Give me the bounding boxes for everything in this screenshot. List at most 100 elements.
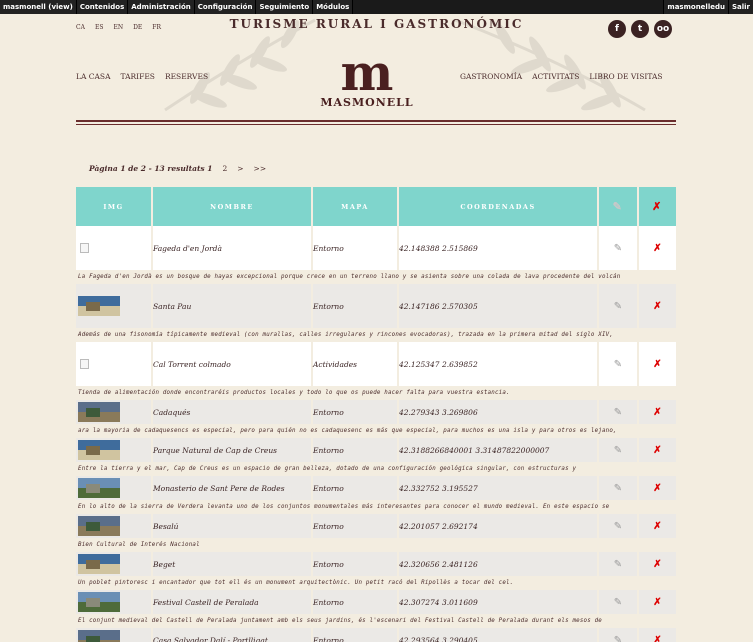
admin-menu-administracion[interactable]: Administración [128, 0, 195, 14]
edit-button[interactable]: ✎ [598, 400, 639, 424]
cell-nombre[interactable]: Casa Salvador Dalí - Portlligat [152, 628, 313, 642]
edit-button[interactable]: ✎ [598, 514, 639, 538]
page-link-next[interactable]: > [237, 164, 243, 173]
delete-button[interactable]: ✗ [638, 400, 676, 424]
description-row: Tienda de alimentación donde encontraréi… [76, 386, 676, 400]
edit-button[interactable]: ✎ [598, 476, 639, 500]
col-header-coordenadas[interactable]: COORDENADAS [398, 187, 599, 226]
cell-coordenadas: 42.148388 2.515869 [398, 226, 599, 270]
col-header-edit: ✎ [598, 187, 639, 226]
cell-nombre[interactable]: Festival Castell de Peralada [152, 590, 313, 614]
admin-menu-site[interactable]: masmonell (view) [0, 0, 77, 14]
edit-button[interactable]: ✎ [598, 342, 639, 386]
place-description: En lo alto de la sierra de Verdera levan… [78, 504, 610, 510]
facebook-icon[interactable]: f [608, 20, 626, 38]
edit-button[interactable]: ✎ [598, 590, 639, 614]
page-link-last[interactable]: >> [254, 164, 267, 173]
cell-nombre[interactable]: Cal Torrent colmado [152, 342, 313, 386]
admin-menu-seguimiento[interactable]: Seguimiento [256, 0, 314, 14]
pencil-icon: ✎ [613, 596, 623, 608]
place-thumbnail[interactable] [78, 478, 120, 498]
nav-la-casa[interactable]: LA CASA [76, 72, 111, 81]
admin-menu-configuracion[interactable]: Configuración [194, 0, 257, 14]
delete-button[interactable]: ✗ [638, 226, 676, 270]
edit-button[interactable]: ✎ [598, 552, 639, 576]
pencil-icon: ✎ [613, 406, 623, 418]
table-row: Fageda d'en Jordà Entorno 42.148388 2.5158… [76, 226, 676, 270]
cell-img [76, 284, 153, 328]
cell-nombre[interactable]: Beget [152, 552, 313, 576]
cell-nombre[interactable]: Parque Natural de Cap de Creus [152, 438, 313, 462]
cell-nombre[interactable]: Monasterio de Sant Pere de Rodes [152, 476, 313, 500]
place-thumbnail[interactable] [78, 402, 120, 422]
site-logo[interactable]: m MASMONELL [314, 48, 420, 110]
table-row: Cadaqués Entorno 42.279343 3.269806 ✎ ✗ [76, 400, 676, 424]
col-header-nombre[interactable]: NOMBRE [152, 187, 313, 226]
place-thumbnail[interactable] [78, 440, 120, 460]
pencil-icon: ✎ [613, 482, 623, 494]
place-description: Tienda de alimentación donde encontraréi… [78, 390, 510, 396]
admin-user-link[interactable]: masmonelledu [663, 0, 728, 14]
delete-button[interactable]: ✗ [638, 514, 676, 538]
cell-coordenadas: 42.307274 3.011609 [398, 590, 599, 614]
cell-coordenadas: 42.293564 3.290405 [398, 628, 599, 642]
delete-button[interactable]: ✗ [638, 284, 676, 328]
cell-mapa: Entorno [312, 438, 399, 462]
twitter-icon[interactable]: t [631, 20, 649, 38]
cell-nombre[interactable]: Cadaqués [152, 400, 313, 424]
cell-mapa: Entorno [312, 514, 399, 538]
nav-reserves[interactable]: RESERVES [165, 72, 208, 81]
cell-nombre[interactable]: Santa Pau [152, 284, 313, 328]
cell-mapa: Actividades [312, 342, 399, 386]
table-row: Festival Castell de Peralada Entorno 42.30… [76, 590, 676, 614]
edit-button[interactable]: ✎ [598, 628, 639, 642]
delete-button[interactable]: ✗ [638, 590, 676, 614]
nav-gastronomia[interactable]: GASTRONOMÍA [460, 72, 522, 81]
delete-button[interactable]: ✗ [638, 342, 676, 386]
cell-mapa: Entorno [312, 476, 399, 500]
close-icon: ✗ [653, 242, 662, 254]
cell-img [76, 514, 153, 538]
admin-menu-modulos[interactable]: Módulos [313, 0, 354, 14]
table-row: Casa Salvador Dalí - Portlligat Entorno 42… [76, 628, 676, 642]
close-icon: ✗ [652, 200, 663, 213]
nav-tarifes[interactable]: TARIFES [121, 72, 155, 81]
nav-libro-de-visitas[interactable]: LIBRO DE VISITAS [589, 72, 662, 81]
delete-button[interactable]: ✗ [638, 438, 676, 462]
edit-button[interactable]: ✎ [598, 438, 639, 462]
cell-img [76, 590, 153, 614]
pencil-icon: ✎ [613, 520, 623, 532]
place-thumbnail[interactable] [78, 630, 120, 642]
delete-button[interactable]: ✗ [638, 476, 676, 500]
admin-menu-contenidos[interactable]: Contenidos [76, 0, 129, 14]
edit-button[interactable]: ✎ [598, 226, 639, 270]
col-header-mapa[interactable]: MAPA [312, 187, 399, 226]
cell-nombre[interactable]: Besalú [152, 514, 313, 538]
place-thumbnail[interactable] [78, 554, 120, 574]
cell-img [76, 400, 153, 424]
place-thumbnail[interactable] [78, 592, 120, 612]
place-thumbnail[interactable] [78, 296, 120, 316]
cell-img [76, 628, 153, 642]
description-row: En lo alto de la sierra de Verdera levan… [76, 500, 676, 514]
page-link-2[interactable]: 2 [222, 164, 227, 173]
tripadvisor-icon[interactable]: oo [654, 20, 672, 38]
delete-button[interactable]: ✗ [638, 552, 676, 576]
table-row: Cal Torrent colmado Actividades 42.125347 … [76, 342, 676, 386]
close-icon: ✗ [653, 634, 662, 642]
header-divider-thin [76, 124, 676, 125]
place-thumbnail[interactable] [78, 516, 120, 536]
pencil-icon: ✎ [613, 242, 623, 254]
edit-button[interactable]: ✎ [598, 284, 639, 328]
table-header-row: IMG NOMBRE MAPA COORDENADAS ✎ ✗ [76, 187, 676, 226]
col-header-img[interactable]: IMG [76, 187, 153, 226]
nav-activitats[interactable]: ACTIVITATS [532, 72, 579, 81]
cell-nombre[interactable]: Fageda d'en Jordà [152, 226, 313, 270]
cell-mapa: Entorno [312, 226, 399, 270]
pencil-icon: ✎ [613, 444, 623, 456]
admin-logout-link[interactable]: Salir [727, 0, 753, 14]
pencil-icon: ✎ [613, 358, 623, 370]
pagination: Pàgina 1 de 2 - 13 resultats 1 2 > >> [89, 164, 266, 173]
main-nav-right: GASTRONOMÍA ACTIVITATS LIBRO DE VISITAS [460, 72, 663, 81]
delete-button[interactable]: ✗ [638, 628, 676, 642]
